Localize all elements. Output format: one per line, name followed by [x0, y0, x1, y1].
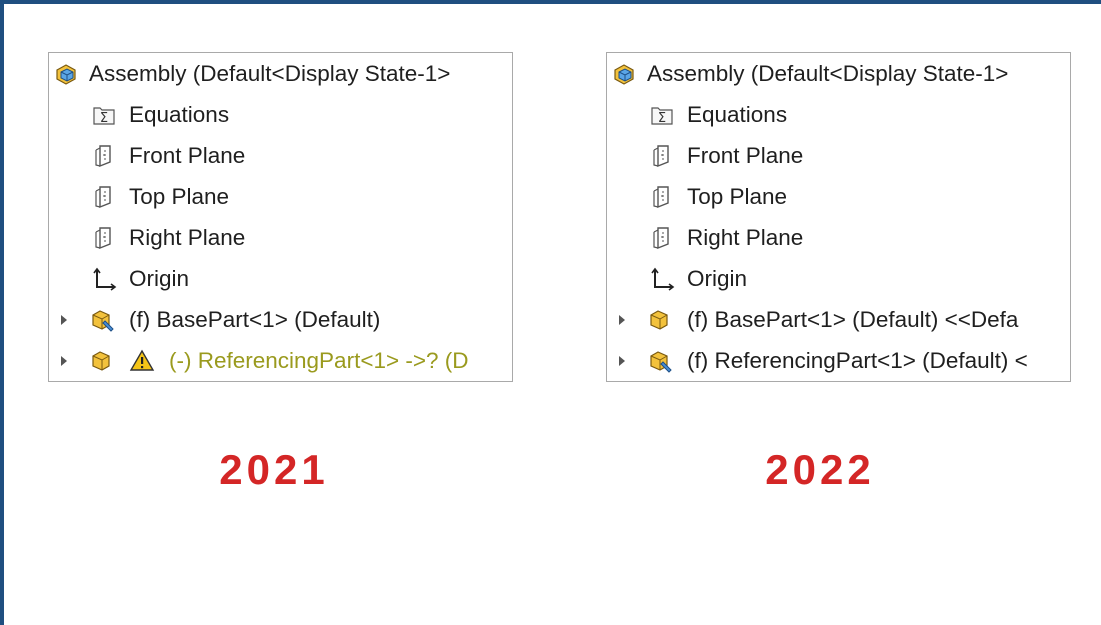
assembly-icon	[611, 61, 637, 87]
tree-root-label: Assembly (Default<Display State-1>	[89, 61, 451, 86]
expand-arrow-icon[interactable]	[619, 356, 625, 366]
expand-arrow-icon[interactable]	[61, 315, 67, 325]
plane-icon	[649, 225, 675, 251]
plane-icon	[649, 143, 675, 169]
part-icon	[89, 348, 115, 374]
tree-item-label: (f) ReferencingPart<1> (Default) <	[687, 348, 1028, 373]
plane-icon	[91, 143, 117, 169]
tree-item-label: Top Plane	[129, 184, 230, 209]
tree-item-label: Origin	[129, 266, 190, 291]
plane-icon	[91, 225, 117, 251]
feature-tree-2021: Assembly (Default<Display State-1> Σ Equ…	[48, 52, 513, 382]
equations-icon: Σ	[91, 102, 117, 128]
origin-icon	[91, 266, 117, 292]
expand-arrow-icon[interactable]	[61, 356, 67, 366]
tree-item-label: Top Plane	[687, 184, 788, 209]
tree-item-label: (-) ReferencingPart<1> ->? (D	[169, 348, 469, 373]
tree-item-label: Equations	[687, 102, 788, 127]
year-label-2021: 2021	[219, 446, 329, 493]
part-icon	[89, 307, 115, 333]
tree-item-label: (f) BasePart<1> (Default)	[129, 307, 381, 332]
equations-icon: Σ	[649, 102, 675, 128]
tree-item-label: (f) BasePart<1> (Default) <<Defa	[687, 307, 1019, 332]
tree-item-label: Front Plane	[129, 143, 246, 168]
tree-root-label: Assembly (Default<Display State-1>	[647, 61, 1009, 86]
expand-arrow-icon[interactable]	[619, 315, 625, 325]
tree-item-label: Front Plane	[687, 143, 804, 168]
feature-tree-2022: Assembly (Default<Display State-1> Σ Equ…	[606, 52, 1071, 382]
plane-icon	[91, 184, 117, 210]
svg-text:Σ: Σ	[100, 111, 108, 126]
tree-item-label: Right Plane	[129, 225, 246, 250]
warning-icon	[129, 348, 155, 374]
assembly-icon	[53, 61, 79, 87]
tree-item-label: Equations	[129, 102, 230, 127]
year-label-2022: 2022	[765, 446, 875, 493]
tree-item-label: Origin	[687, 266, 748, 291]
plane-icon	[649, 184, 675, 210]
origin-icon	[649, 266, 675, 292]
svg-text:Σ: Σ	[658, 111, 666, 126]
part-icon	[647, 307, 673, 333]
tree-item-label: Right Plane	[687, 225, 804, 250]
part-icon	[647, 348, 673, 374]
